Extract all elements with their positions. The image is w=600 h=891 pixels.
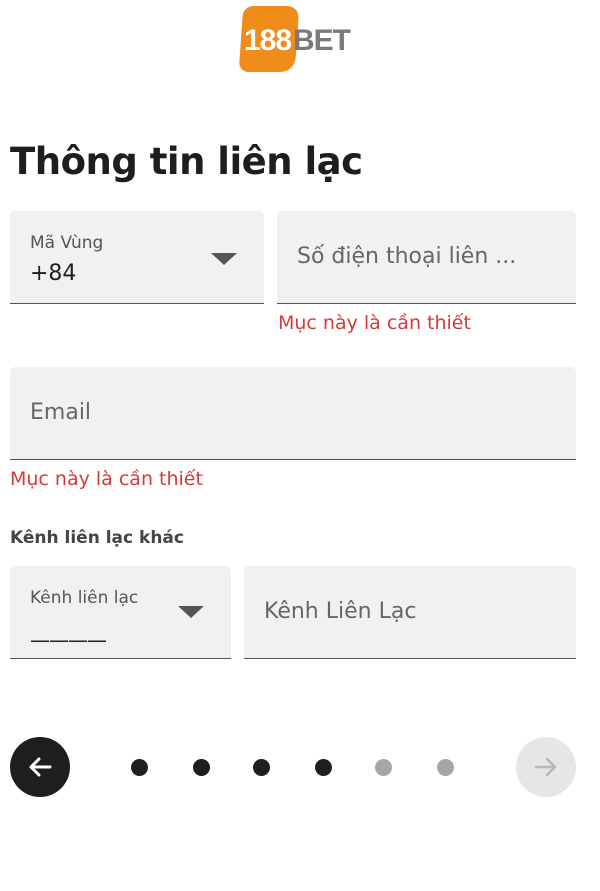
chevron-down-icon (178, 606, 204, 618)
area-code-value: +84 (30, 261, 77, 286)
contact-channel-input[interactable]: Kênh Liên Lạc (244, 566, 576, 659)
area-code-label: Mã Vùng (30, 233, 104, 253)
contact-channel-placeholder: Kênh Liên Lạc (264, 599, 417, 624)
brand-logo: 188 BET (238, 6, 351, 72)
arrow-left-icon (29, 757, 52, 777)
contact-channel-value: ———— (30, 628, 107, 652)
back-button[interactable] (10, 737, 70, 797)
logo-number: 188 (244, 24, 292, 57)
email-error-message: Mục này là cần thiết (10, 468, 203, 490)
email-input[interactable]: Email (10, 367, 576, 460)
next-button[interactable] (516, 737, 576, 797)
contact-channel-label: Kênh liên lạc (30, 588, 139, 608)
step-dot-4 (315, 759, 332, 776)
phone-number-placeholder: Số điện thoại liên ... (297, 244, 517, 269)
phone-error-message: Mục này là cần thiết (278, 312, 471, 334)
contact-channel-select[interactable]: Kênh liên lạc ———— (10, 566, 231, 659)
step-dot-6 (437, 759, 454, 776)
logo-word: BET (293, 24, 351, 57)
chevron-down-icon (211, 253, 237, 265)
arrow-right-icon (534, 757, 557, 777)
step-dot-1 (131, 759, 148, 776)
email-placeholder: Email (30, 400, 92, 425)
step-dot-3 (253, 759, 270, 776)
phone-number-input[interactable]: Số điện thoại liên ... (277, 211, 576, 304)
step-dot-5 (375, 759, 392, 776)
page-title: Thông tin liên lạc (10, 140, 363, 183)
step-dot-2 (193, 759, 210, 776)
area-code-select[interactable]: Mã Vùng +84 (10, 211, 264, 304)
other-contact-section-label: Kênh liên lạc khác (10, 528, 184, 548)
